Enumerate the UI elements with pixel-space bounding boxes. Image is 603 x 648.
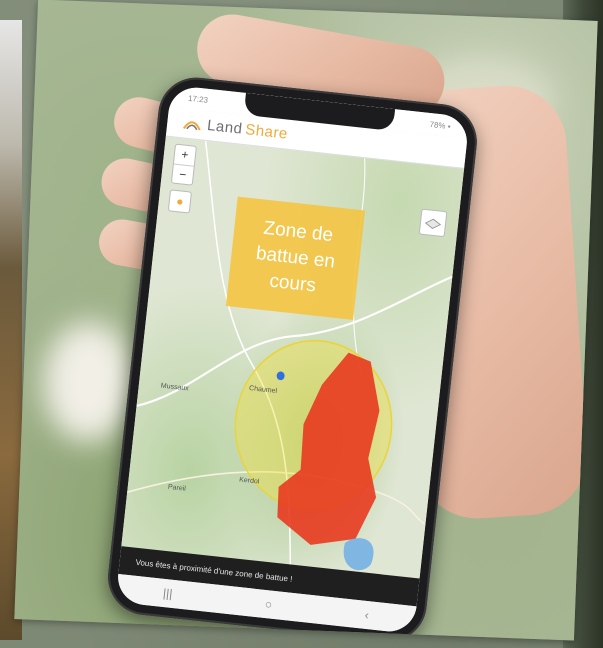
location-pin-icon: ● (175, 194, 185, 209)
phone-screen: 17:23 78% ▪ Land Share + − ● Zone de bat… (115, 84, 470, 635)
locate-button[interactable]: ● (167, 189, 193, 214)
recent-apps-button[interactable]: ||| (162, 586, 173, 601)
layers-button[interactable] (418, 208, 448, 238)
hunt-zone-banner: Zone de battue en cours (225, 196, 365, 320)
smartphone: 17:23 78% ▪ Land Share + − ● Zone de bat… (104, 73, 481, 641)
app-name-share: Share (244, 121, 289, 143)
map-view[interactable]: + − ● Zone de battue en cours Mussaux Ch… (121, 136, 465, 579)
landshare-logo-icon (183, 120, 201, 131)
status-indicators: 78% ▪ (429, 119, 452, 131)
home-button[interactable]: ○ (264, 597, 273, 612)
app-name-land: Land (206, 116, 244, 138)
status-time: 17:23 (187, 93, 209, 105)
back-button[interactable]: ‹ (364, 608, 369, 622)
photo-card: 17:23 78% ▪ Land Share + − ● Zone de bat… (14, 0, 598, 641)
layers-icon (424, 218, 442, 229)
zoom-out-button[interactable]: − (171, 163, 194, 186)
zoom-control: + − (170, 143, 197, 186)
zoom-in-button[interactable]: + (174, 145, 196, 166)
blurred-flower (41, 320, 136, 444)
lake (343, 538, 374, 571)
